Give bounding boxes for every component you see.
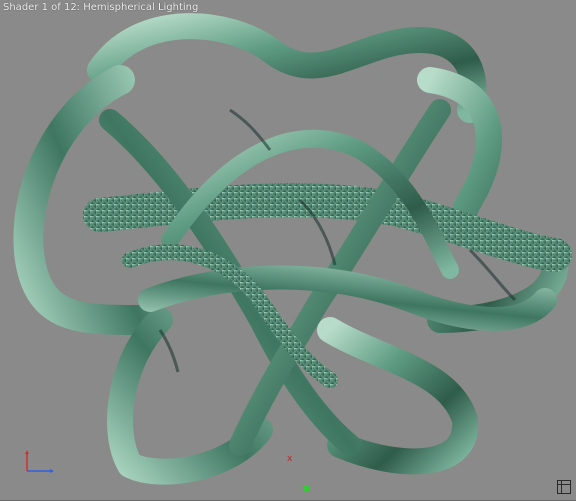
viewport-corner-icon[interactable] [557, 480, 571, 494]
ribbon-knot-model[interactable] [0, 0, 576, 500]
viewport-label: Shader 1 of 12: Hemispherical Lighting [3, 2, 199, 13]
ribbon-loop-top [87, 13, 487, 123]
render-viewport[interactable]: Shader 1 of 12: Hemispherical Lighting x [0, 0, 576, 501]
origin-marker-icon: x [287, 454, 293, 464]
ribbon-band-lower [138, 265, 557, 331]
axis-gizmo-icon [25, 450, 54, 473]
pivot-marker-icon [304, 486, 309, 491]
